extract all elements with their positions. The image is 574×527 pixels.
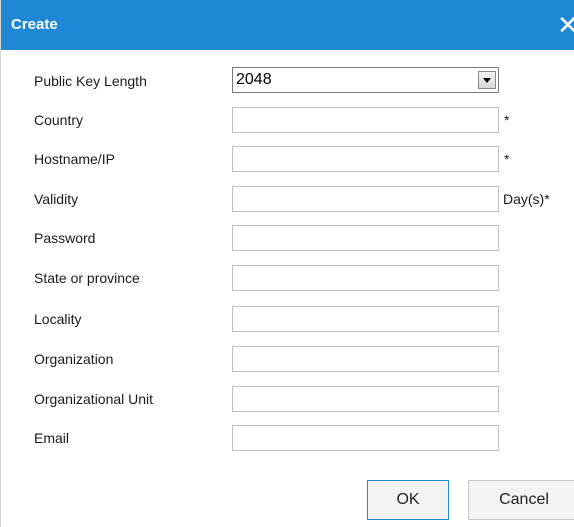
key-length-row: Public Key Length 2048: [1, 67, 574, 93]
validity-field[interactable]: [232, 186, 499, 212]
validity-unit: Day(s)*: [503, 191, 550, 207]
org-unit-field[interactable]: [232, 386, 499, 412]
org-unit-label: Organizational Unit: [34, 391, 154, 407]
email-label: Email: [34, 430, 70, 446]
dialog-title-bar: Create ✕: [1, 0, 574, 50]
state-field[interactable]: [232, 265, 499, 291]
country-required-marker: *: [504, 112, 510, 128]
organization-row: Organization: [1, 346, 574, 372]
country-field[interactable]: [232, 107, 499, 133]
organization-field[interactable]: [232, 346, 499, 372]
validity-label: Validity: [34, 191, 79, 207]
key-length-select[interactable]: 2048: [232, 67, 499, 93]
email-field[interactable]: [232, 425, 499, 451]
validity-row: Validity Day(s)*: [1, 186, 574, 212]
dropdown-arrow-icon[interactable]: [478, 71, 496, 89]
password-label: Password: [34, 230, 96, 246]
cancel-button[interactable]: Cancel: [468, 480, 574, 520]
hostname-required-marker: *: [504, 151, 510, 167]
dialog-title: Create: [11, 16, 58, 33]
create-dialog: Create ✕ Public Key Length 2048 Country …: [0, 0, 574, 527]
key-length-label: Public Key Length: [34, 73, 147, 89]
password-row: Password: [1, 225, 574, 251]
locality-row: Locality: [1, 306, 574, 332]
hostname-label: Hostname/IP: [34, 151, 115, 167]
hostname-field[interactable]: [232, 146, 499, 172]
close-icon[interactable]: ✕: [557, 12, 574, 38]
ok-button[interactable]: OK: [367, 480, 449, 520]
email-row: Email: [1, 425, 574, 451]
state-label: State or province: [34, 270, 140, 286]
locality-field[interactable]: [232, 306, 499, 332]
password-field[interactable]: [232, 225, 499, 251]
hostname-row: Hostname/IP *: [1, 146, 574, 172]
state-row: State or province: [1, 265, 574, 291]
key-length-value: 2048: [236, 71, 272, 88]
locality-label: Locality: [34, 311, 82, 327]
organization-label: Organization: [34, 351, 114, 367]
org-unit-row: Organizational Unit: [1, 386, 574, 412]
country-row: Country *: [1, 107, 574, 133]
country-label: Country: [34, 112, 84, 128]
